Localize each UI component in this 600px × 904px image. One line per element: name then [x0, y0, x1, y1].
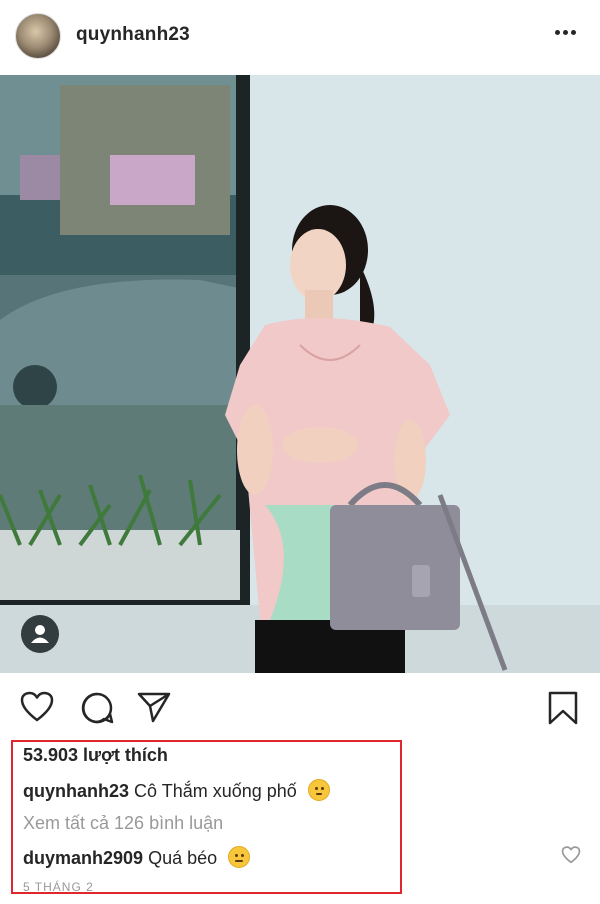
comment-icon[interactable] — [80, 691, 114, 730]
post-header: quynhanh23 — [0, 0, 600, 75]
more-options-icon[interactable] — [555, 24, 581, 44]
post-username[interactable]: quynhanh23 — [76, 24, 190, 46]
send-icon[interactable] — [137, 691, 171, 728]
caption-username[interactable]: quynhanh23 — [23, 781, 129, 801]
tagged-people-icon[interactable] — [21, 615, 59, 653]
likes-count[interactable]: 53.903 lượt thích — [23, 745, 168, 766]
action-bar — [0, 673, 600, 735]
comment-like-heart-icon[interactable] — [561, 846, 581, 869]
caption: quynhanh23 Cô Thắm xuống phố — [23, 779, 330, 802]
view-all-comments-link[interactable]: Xem tất cả 126 bình luận — [23, 813, 223, 834]
smirk-emoji-icon — [228, 846, 251, 868]
shushing-emoji-icon — [307, 779, 330, 801]
caption-text: Cô Thắm xuống phố — [134, 781, 297, 801]
comment-row: duymanh2909 Quá béo — [23, 846, 251, 869]
comment-text: Quá béo — [148, 848, 218, 868]
post-photo[interactable] — [0, 75, 600, 673]
comment-username[interactable]: duymanh2909 — [23, 848, 143, 868]
profile-avatar[interactable] — [15, 13, 61, 59]
bookmark-icon[interactable] — [548, 691, 578, 730]
post-date: 5 THÁNG 2 — [23, 880, 94, 894]
heart-icon[interactable] — [20, 691, 54, 728]
